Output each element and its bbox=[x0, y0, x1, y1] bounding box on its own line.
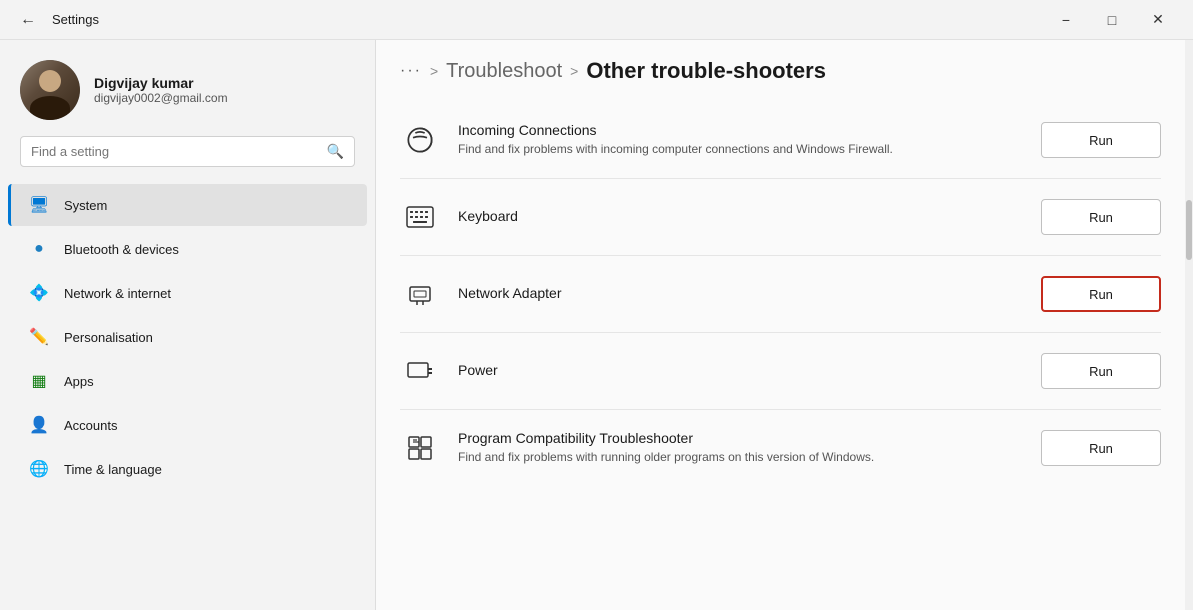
program-compatibility-title: Program Compatibility Troubleshooter bbox=[458, 430, 1023, 446]
troubleshooter-list: Incoming Connections Find and fix proble… bbox=[376, 102, 1185, 610]
titlebar-title: Settings bbox=[52, 12, 99, 27]
titlebar-controls: − □ ✕ bbox=[1043, 0, 1181, 40]
incoming-connections-icon bbox=[400, 120, 440, 160]
sidebar-item-network[interactable]: 💠 Network & internet bbox=[8, 272, 367, 314]
sidebar-item-personalisation[interactable]: ✏️ Personalisation bbox=[8, 316, 367, 358]
sidebar-item-label: Time & language bbox=[64, 462, 162, 477]
sidebar-item-accounts[interactable]: 👤 Accounts bbox=[8, 404, 367, 446]
bluetooth-icon: ● bbox=[28, 238, 50, 260]
avatar-image bbox=[20, 60, 80, 120]
titlebar-left: ← Settings bbox=[12, 7, 99, 33]
sidebar-item-label: Personalisation bbox=[64, 330, 153, 345]
close-button[interactable]: ✕ bbox=[1135, 0, 1181, 40]
user-info: Digvijay kumar digvijay0002@gmail.com bbox=[94, 75, 228, 105]
accounts-icon: 👤 bbox=[28, 414, 50, 436]
search-icon: 🔍 bbox=[327, 143, 344, 160]
sidebar-item-label: Bluetooth & devices bbox=[64, 242, 179, 257]
power-run-button[interactable]: Run bbox=[1041, 353, 1161, 389]
back-icon[interactable]: ← bbox=[12, 7, 44, 33]
keyboard-icon bbox=[400, 197, 440, 237]
sidebar-item-label: Accounts bbox=[64, 418, 117, 433]
program-compatibility-info: Program Compatibility Troubleshooter Fin… bbox=[458, 430, 1023, 466]
keyboard-info: Keyboard bbox=[458, 208, 1023, 227]
user-profile: Digvijay kumar digvijay0002@gmail.com bbox=[0, 40, 375, 136]
list-item: Incoming Connections Find and fix proble… bbox=[400, 102, 1161, 179]
content: ··· > Troubleshoot > Other trouble-shoot… bbox=[376, 40, 1185, 610]
app-layout: Digvijay kumar digvijay0002@gmail.com 🔍 … bbox=[0, 40, 1193, 610]
time-icon: 🌐 bbox=[28, 458, 50, 480]
personalisation-icon: ✏️ bbox=[28, 326, 50, 348]
scrollbar-thumb[interactable] bbox=[1186, 200, 1192, 260]
network-adapter-icon bbox=[400, 274, 440, 314]
sidebar-item-label: Apps bbox=[64, 374, 94, 389]
network-adapter-title: Network Adapter bbox=[458, 285, 1023, 301]
avatar bbox=[20, 60, 80, 120]
list-item: Program Compatibility Troubleshooter Fin… bbox=[400, 410, 1161, 486]
apps-icon: ▦ bbox=[28, 370, 50, 392]
sidebar-item-system[interactable]: 🖥 System bbox=[8, 184, 367, 226]
keyboard-run-button[interactable]: Run bbox=[1041, 199, 1161, 235]
list-item: Network Adapter Run bbox=[400, 256, 1161, 333]
breadcrumb-dots[interactable]: ··· bbox=[400, 62, 422, 80]
breadcrumb-sep1: > bbox=[430, 63, 438, 79]
sidebar-item-label: System bbox=[64, 198, 107, 213]
network-adapter-run-button[interactable]: Run bbox=[1041, 276, 1161, 312]
network-icon: 💠 bbox=[28, 282, 50, 304]
power-icon bbox=[400, 351, 440, 391]
search-box[interactable]: 🔍 bbox=[20, 136, 355, 167]
power-title: Power bbox=[458, 362, 1023, 378]
incoming-connections-desc: Find and fix problems with incoming comp… bbox=[458, 141, 1023, 158]
incoming-connections-run-button[interactable]: Run bbox=[1041, 122, 1161, 158]
program-compatibility-run-button[interactable]: Run bbox=[1041, 430, 1161, 466]
maximize-button[interactable]: □ bbox=[1089, 0, 1135, 40]
breadcrumb-current: Other trouble-shooters bbox=[586, 58, 826, 84]
program-compatibility-icon bbox=[400, 428, 440, 468]
power-info: Power bbox=[458, 362, 1023, 381]
list-item: Keyboard Run bbox=[400, 179, 1161, 256]
sidebar-item-apps[interactable]: ▦ Apps bbox=[8, 360, 367, 402]
content-wrapper: ··· > Troubleshoot > Other trouble-shoot… bbox=[376, 40, 1193, 610]
sidebar-item-bluetooth[interactable]: ● Bluetooth & devices bbox=[8, 228, 367, 270]
program-compatibility-desc: Find and fix problems with running older… bbox=[458, 449, 1023, 466]
sidebar-item-time[interactable]: 🌐 Time & language bbox=[8, 448, 367, 490]
network-adapter-info: Network Adapter bbox=[458, 285, 1023, 304]
minimize-button[interactable]: − bbox=[1043, 0, 1089, 40]
breadcrumb: ··· > Troubleshoot > Other trouble-shoot… bbox=[376, 40, 1185, 102]
system-icon: 🖥 bbox=[28, 194, 50, 216]
search-input[interactable] bbox=[31, 144, 319, 159]
keyboard-title: Keyboard bbox=[458, 208, 1023, 224]
incoming-connections-info: Incoming Connections Find and fix proble… bbox=[458, 122, 1023, 158]
sidebar-item-label: Network & internet bbox=[64, 286, 171, 301]
breadcrumb-troubleshoot-link[interactable]: Troubleshoot bbox=[446, 60, 562, 83]
titlebar: ← Settings − □ ✕ bbox=[0, 0, 1193, 40]
scrollbar-track[interactable] bbox=[1185, 40, 1193, 610]
breadcrumb-sep2: > bbox=[570, 63, 578, 79]
incoming-connections-title: Incoming Connections bbox=[458, 122, 1023, 138]
list-item: Power Run bbox=[400, 333, 1161, 410]
user-name: Digvijay kumar bbox=[94, 75, 228, 91]
user-email: digvijay0002@gmail.com bbox=[94, 91, 228, 105]
sidebar: Digvijay kumar digvijay0002@gmail.com 🔍 … bbox=[0, 40, 375, 610]
